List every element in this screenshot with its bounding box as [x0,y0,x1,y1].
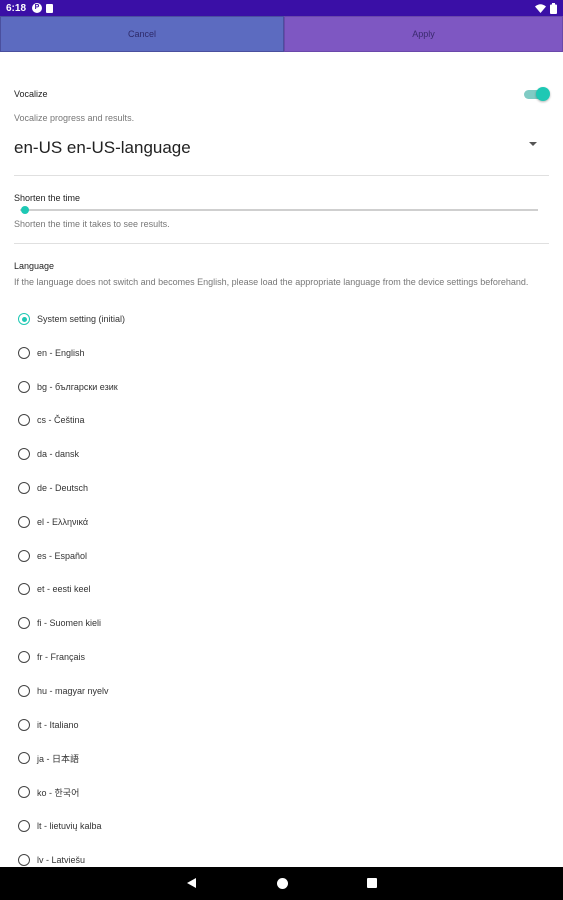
dialog-button-bar: Cancel Apply [0,16,563,52]
language-option[interactable]: cs - Čeština [18,410,538,430]
status-time: 6:18 [6,2,27,14]
radio-button[interactable] [18,752,30,765]
language-option-label: ja - 日本語 [37,753,80,764]
radio-button[interactable] [18,583,30,596]
vocalize-toggle[interactable] [524,86,552,102]
language-option[interactable]: bg - български език [18,377,538,397]
home-icon[interactable] [277,878,288,889]
radio-button[interactable] [18,448,30,461]
language-option-label: ko - 한국어 [37,787,80,798]
dropdown-arrow-icon [529,142,537,146]
language-option[interactable]: hu - magyar nyelv [18,681,538,701]
tts-engine-select[interactable]: en-US en-US-language [14,134,549,160]
shorten-title: Shorten the time [14,193,81,203]
language-option[interactable]: da - dansk [18,444,538,464]
wifi-icon [535,3,546,13]
language-option-label: lv - Latviešu [37,854,86,865]
language-option-label: hu - magyar nyelv [37,685,109,696]
radio-button[interactable] [18,414,30,427]
language-option-label: cs - Čeština [37,415,85,426]
language-option[interactable]: et - eesti keel [18,579,538,599]
vocalize-description: Vocalize progress and results. [14,113,135,123]
radio-button[interactable] [18,853,30,866]
radio-button[interactable] [18,786,30,799]
radio-button[interactable] [18,515,30,528]
slider-rail [20,209,538,211]
language-title: Language [14,261,55,271]
language-option[interactable]: it - Italiano [18,715,538,735]
notification-p-icon: P [32,3,43,13]
shorten-slider[interactable] [14,204,539,216]
language-option[interactable]: System setting (initial) [18,309,538,329]
radio-button[interactable] [18,684,30,697]
divider [14,243,549,244]
radio-button[interactable] [18,549,30,562]
radio-button[interactable] [18,820,30,832]
recent-apps-icon[interactable] [367,878,377,888]
toggle-thumb [536,87,550,101]
slider-knob[interactable] [21,206,29,214]
cancel-button[interactable]: Cancel [0,16,284,52]
language-option-label: et - eesti keel [37,584,91,595]
vocalize-title: Vocalize [14,89,48,99]
radio-button[interactable] [18,313,30,325]
language-option-label: es - Español [37,550,88,561]
language-option[interactable]: es - Español [18,546,538,566]
language-option-label: bg - български език [37,381,118,392]
language-option[interactable]: fr - Français [18,647,538,667]
radio-button[interactable] [18,718,30,731]
language-option-label: fi - Suomen kieli [37,618,102,629]
radio-button[interactable] [18,617,30,630]
apply-button[interactable]: Apply [284,16,563,52]
language-option[interactable]: el - Ελληνικά [18,512,538,532]
language-option-label: System setting (initial) [37,314,126,324]
battery-icon [550,2,557,14]
language-option[interactable]: de - Deutsch [18,478,538,498]
language-option-label: de - Deutsch [37,483,89,493]
language-option[interactable]: lt - lietuvių kalba [18,816,538,836]
shorten-description: Shorten the time it takes to see results… [14,219,170,229]
radio-button[interactable] [18,380,30,393]
language-option-label: en - English [37,347,85,358]
radio-button[interactable] [18,346,30,359]
language-option-label: da - dansk [37,449,80,460]
language-option[interactable]: ja - 日本語 [18,748,538,768]
divider [14,175,549,176]
language-option-label: lt - lietuvių kalba [37,821,102,831]
radio-button[interactable] [18,651,30,663]
tts-engine-value: en-US en-US-language [14,138,191,157]
radio-button[interactable] [18,482,30,494]
language-option-label: fr - Français [37,652,86,662]
sd-card-icon [46,3,54,13]
status-bar: 6:18 P [0,0,563,16]
back-icon[interactable] [187,878,196,888]
language-option[interactable]: en - English [18,343,538,363]
language-option-label: el - Ελληνικά [37,516,89,527]
language-option[interactable]: ko - 한국어 [18,782,538,802]
language-description: If the language does not switch and beco… [14,277,529,287]
navigation-bar [0,867,563,900]
language-option[interactable]: fi - Suomen kieli [18,613,538,633]
language-option-label: it - Italiano [37,719,79,730]
